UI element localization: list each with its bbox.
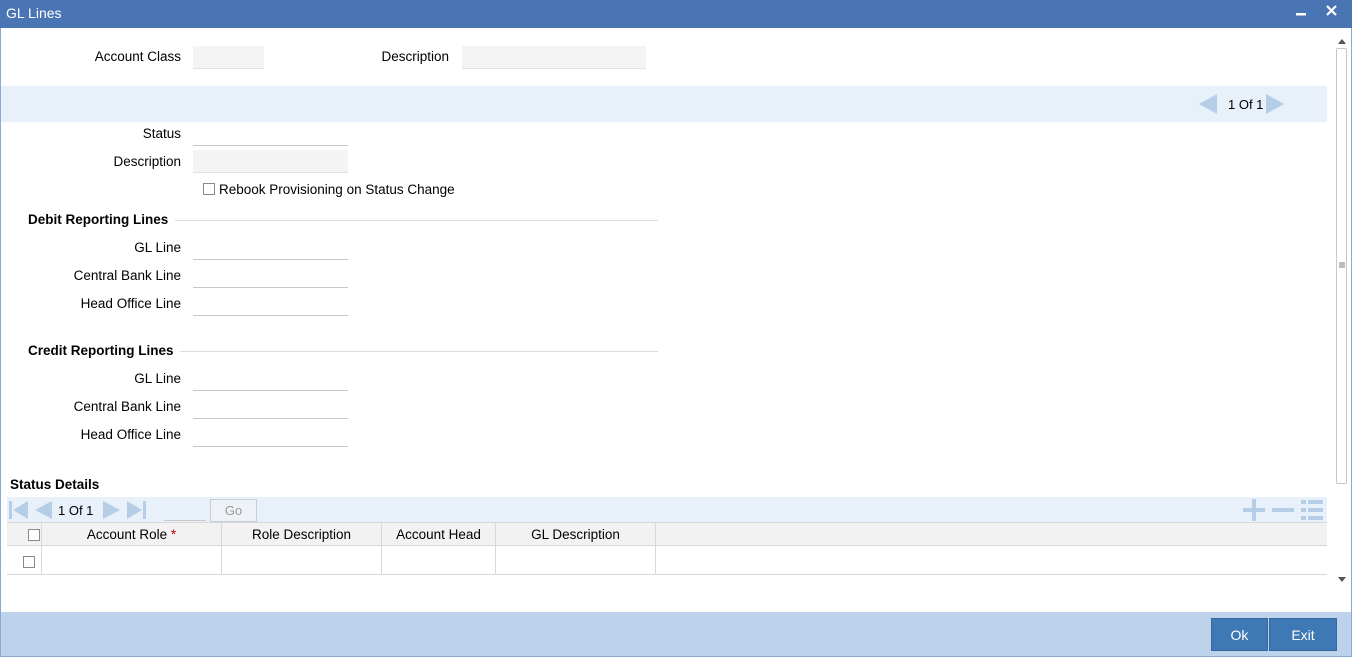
next-record-icon[interactable] [1266, 94, 1284, 114]
role-description-cell[interactable] [222, 546, 382, 575]
select-all-checkbox[interactable] [28, 529, 40, 541]
account-head-cell[interactable] [382, 546, 496, 575]
credit-gl-line-label: GL Line [134, 371, 181, 386]
window-title: GL Lines [6, 5, 62, 21]
next-page-icon[interactable] [102, 500, 122, 523]
scrollbar-thumb[interactable] [1336, 48, 1347, 484]
credit-central-bank-input[interactable] [193, 396, 348, 419]
window-titlebar: GL Lines [0, 0, 1352, 28]
credit-central-bank-label: Central Bank Line [73, 399, 181, 414]
debit-gl-line-label: GL Line [134, 240, 181, 255]
account-role-cell[interactable] [42, 546, 222, 575]
gl-description-cell[interactable] [496, 546, 656, 575]
required-marker: * [170, 527, 177, 542]
credit-reporting-title: Credit Reporting Lines [28, 343, 174, 358]
debit-head-office-input[interactable] [193, 293, 348, 316]
footer-bar [1, 612, 1351, 656]
status-label: Status [142, 126, 181, 141]
header-description-input[interactable] [462, 46, 646, 69]
record-pager-text: 1 Of 1 [1228, 97, 1264, 112]
scroll-down-icon[interactable] [1337, 572, 1347, 587]
debit-reporting-title: Debit Reporting Lines [28, 212, 169, 227]
credit-head-office-label: Head Office Line [80, 427, 181, 442]
status-pager-text: 1 Of 1 [58, 503, 94, 518]
minimize-icon[interactable] [1291, 2, 1311, 24]
column-account-role[interactable]: Account Role * [42, 523, 222, 547]
scroll-up-icon[interactable] [1337, 33, 1347, 48]
table-row [7, 546, 1327, 575]
header-description-label: Description [381, 49, 449, 64]
page-number-input[interactable] [164, 500, 206, 521]
credit-section-divider [180, 351, 658, 352]
status-input[interactable] [193, 123, 348, 146]
credit-head-office-input[interactable] [193, 424, 348, 447]
grid-header: Account Role * Role Description Account … [7, 522, 1327, 547]
column-account-role-label: Account Role [86, 527, 168, 542]
debit-central-bank-input[interactable] [193, 265, 348, 288]
credit-gl-line-input[interactable] [193, 368, 348, 391]
ok-button[interactable]: Ok [1211, 618, 1268, 651]
debit-central-bank-label: Central Bank Line [73, 268, 181, 283]
delete-row-icon[interactable] [1271, 499, 1295, 524]
single-view-icon[interactable] [1300, 499, 1324, 524]
close-icon[interactable] [1321, 2, 1341, 24]
last-page-icon[interactable] [126, 500, 148, 523]
rebook-provisioning-checkbox[interactable] [203, 183, 215, 195]
debit-head-office-label: Head Office Line [80, 296, 181, 311]
add-row-icon[interactable] [1242, 499, 1266, 524]
status-details-title: Status Details [10, 477, 100, 492]
account-class-label: Account Class [94, 49, 181, 64]
grid-header-select-cell [7, 523, 42, 547]
account-class-input[interactable] [193, 46, 264, 69]
row-checkbox[interactable] [23, 556, 35, 568]
status-description-label: Description [113, 154, 181, 169]
record-nav-band [1, 86, 1327, 122]
status-description-input[interactable] [193, 150, 348, 173]
column-gl-description[interactable]: GL Description [496, 523, 656, 547]
column-role-description[interactable]: Role Description [222, 523, 382, 547]
debit-gl-line-input[interactable] [193, 237, 348, 260]
first-page-icon[interactable] [8, 500, 30, 523]
previous-page-icon[interactable] [33, 500, 53, 523]
row-select-cell [7, 546, 42, 575]
vertical-scrollbar[interactable] [1334, 30, 1350, 583]
go-button[interactable]: Go [210, 499, 257, 522]
column-account-head[interactable]: Account Head [382, 523, 496, 547]
previous-record-icon[interactable] [1199, 94, 1217, 114]
debit-section-divider [175, 220, 658, 221]
exit-button[interactable]: Exit [1269, 618, 1337, 651]
rebook-provisioning-label: Rebook Provisioning on Status Change [219, 182, 455, 197]
